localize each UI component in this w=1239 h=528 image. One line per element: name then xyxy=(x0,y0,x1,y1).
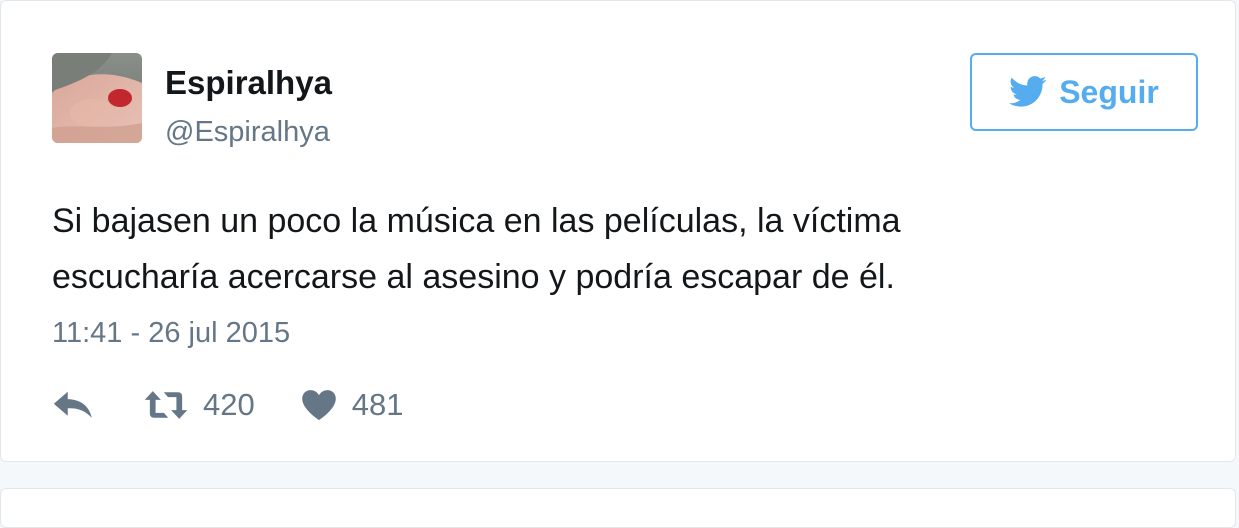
next-card-edge xyxy=(0,488,1236,528)
twitter-bird-icon xyxy=(1009,76,1047,107)
tweet-text: Si bajasen un poco la música en las pelí… xyxy=(52,193,1192,305)
heart-icon xyxy=(301,390,336,420)
avatar[interactable] xyxy=(52,53,142,143)
reply-button[interactable] xyxy=(52,390,94,420)
avatar-image xyxy=(52,53,142,143)
retweet-count: 420 xyxy=(203,387,255,422)
like-count: 481 xyxy=(351,387,404,422)
follow-label: Seguir xyxy=(1059,74,1159,110)
reply-icon xyxy=(53,391,92,418)
tweet-card: Espiralhya @Espiralhya Seguir Si bajasen… xyxy=(0,0,1236,462)
tweet-timestamp[interactable]: 11:41 - 26 jul 2015 xyxy=(52,314,290,352)
retweet-icon xyxy=(144,391,188,419)
follow-button[interactable]: Seguir xyxy=(970,53,1198,131)
screen-name[interactable]: @Espiralhya xyxy=(165,113,330,151)
like-button[interactable]: 481 xyxy=(301,385,404,425)
tweet-text-line-1: Si bajasen un poco la música en las pelí… xyxy=(52,202,901,240)
tweet-text-line-2: escucharía acercarse al asesino y podría… xyxy=(52,258,895,296)
tweet-actions: 420 481 xyxy=(52,383,403,427)
display-name[interactable]: Espiralhya xyxy=(165,63,332,103)
retweet-button[interactable]: 420 xyxy=(144,385,255,425)
